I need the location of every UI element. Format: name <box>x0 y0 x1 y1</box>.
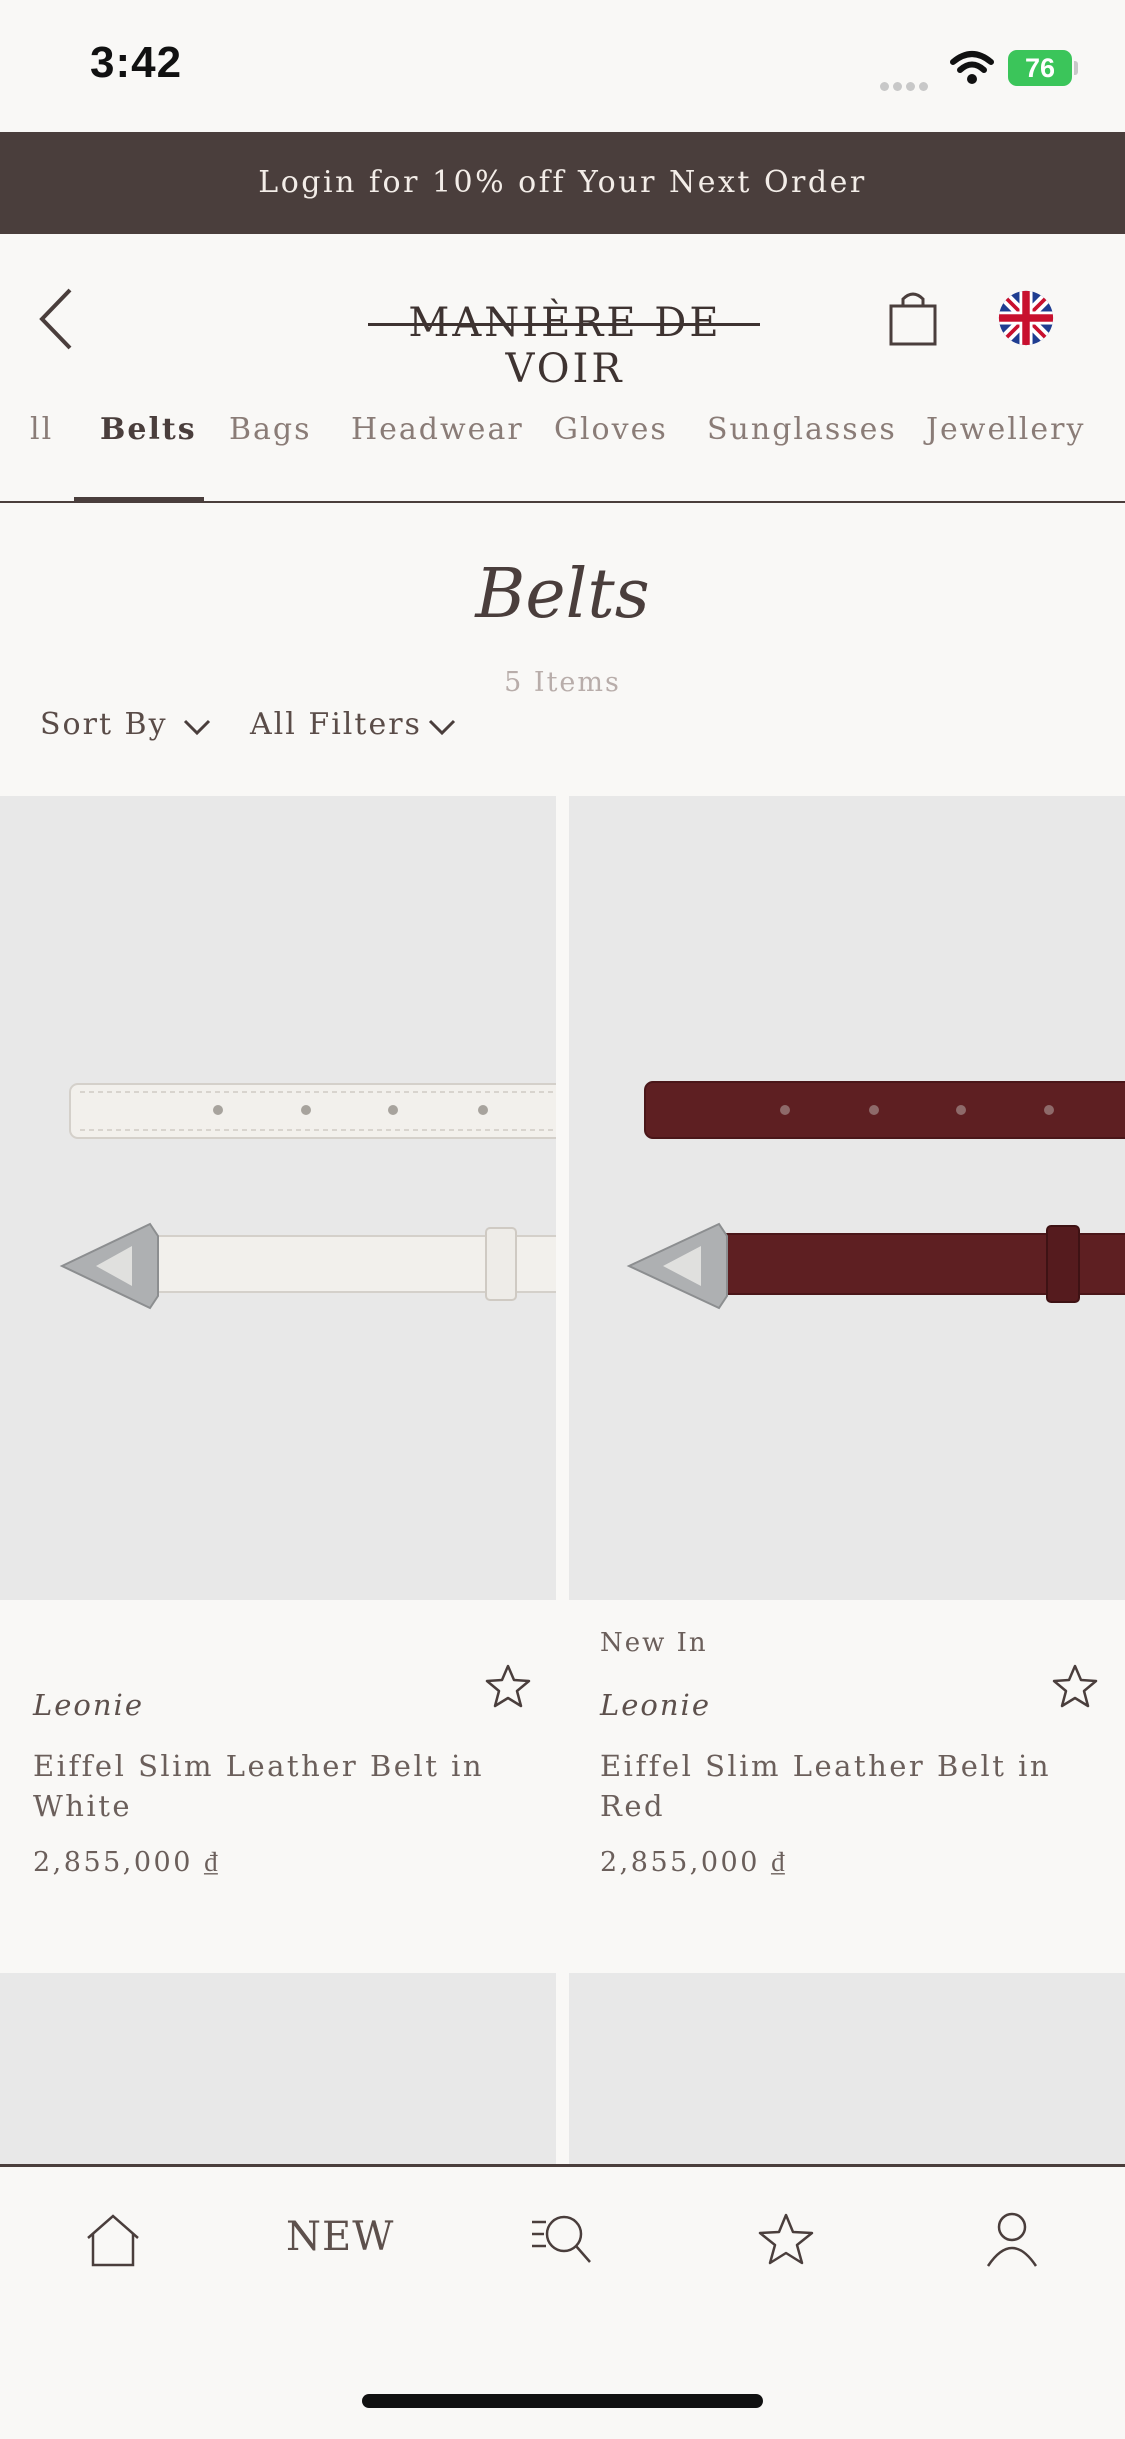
product-image[interactable] <box>0 1973 556 2168</box>
tab-headwear[interactable]: Headwear <box>351 412 524 447</box>
star-icon[interactable] <box>1052 1664 1098 1708</box>
product-brand: Leonie <box>33 1688 144 1722</box>
product-image[interactable] <box>569 1973 1125 2168</box>
red-belt-image <box>626 1081 1125 1310</box>
uk-flag-icon[interactable] <box>998 290 1054 346</box>
home-icon[interactable] <box>84 2212 142 2268</box>
wishlist-star-icon[interactable] <box>757 2212 815 2266</box>
star-icon[interactable] <box>485 1664 531 1708</box>
new-in-badge: New In <box>600 1628 708 1658</box>
tab-belts[interactable]: Belts <box>100 412 197 447</box>
product-name[interactable]: Eiffel Slim Leather Belt in White <box>33 1746 493 1826</box>
promo-banner[interactable]: Login for 10% off Your Next Order <box>0 132 1125 234</box>
product-brand: Leonie <box>600 1688 711 1722</box>
white-belt-image <box>59 1083 556 1310</box>
back-icon[interactable] <box>36 286 76 352</box>
page-title: Belts <box>475 555 650 634</box>
product-image[interactable] <box>569 796 1125 1600</box>
tab-divider <box>0 501 1125 503</box>
product-image[interactable] <box>0 796 556 1600</box>
account-icon[interactable] <box>985 2210 1039 2268</box>
product-price: 2,855,000 ₫ <box>600 1847 788 1878</box>
all-filters-button[interactable]: All Filters <box>250 707 422 742</box>
nav-new[interactable]: NEW <box>286 2214 394 2260</box>
wifi-icon <box>950 51 994 84</box>
tab-bags[interactable]: Bags <box>229 412 312 447</box>
cellular-signal-icon <box>880 76 932 91</box>
battery-icon: 76 <box>1008 50 1072 86</box>
product-price: 2,855,000 ₫ <box>33 1847 221 1878</box>
brand-logo[interactable]: MANIÈRE DE VOIR <box>370 300 760 392</box>
search-icon[interactable] <box>530 2212 594 2268</box>
chevron-down-icon[interactable] <box>182 717 212 737</box>
product-name[interactable]: Eiffel Slim Leather Belt in Red <box>600 1746 1060 1826</box>
tab-gloves[interactable]: Gloves <box>554 412 668 447</box>
home-indicator <box>362 2394 763 2408</box>
chevron-down-icon[interactable] <box>427 717 457 737</box>
sort-by-button[interactable]: Sort By <box>40 707 168 742</box>
tab-sunglasses[interactable]: Sunglasses <box>707 412 897 447</box>
item-count: 5 Items <box>504 667 621 698</box>
status-time: 3:42 <box>90 38 183 87</box>
tab-jewellery[interactable]: Jewellery <box>926 412 1085 447</box>
shopping-bag-icon[interactable] <box>888 288 938 348</box>
battery-cap <box>1074 61 1078 75</box>
tab-all[interactable]: ll <box>30 412 53 447</box>
logo-strikethrough <box>368 323 760 326</box>
